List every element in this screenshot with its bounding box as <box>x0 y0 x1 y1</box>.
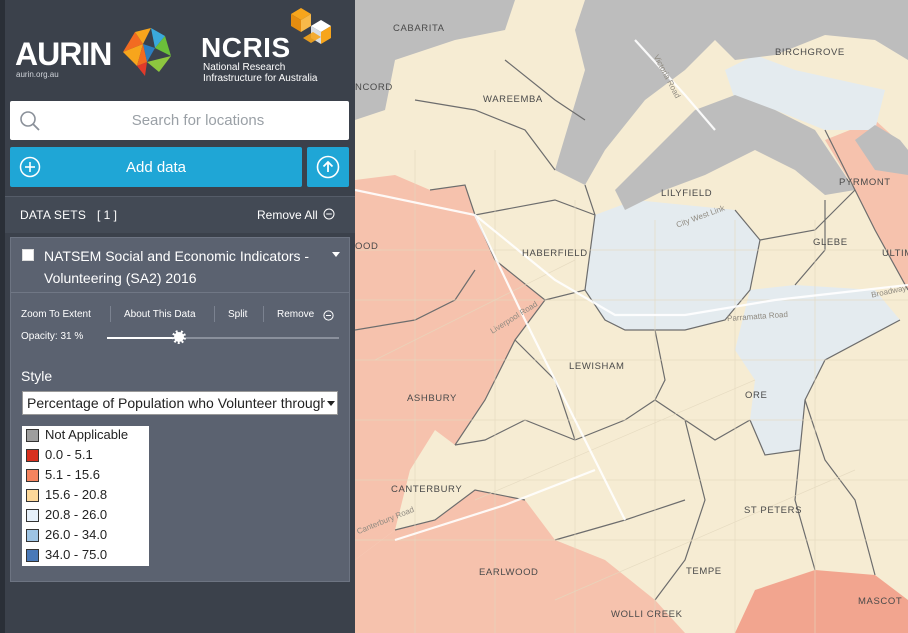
map-view[interactable]: CABARITA NCORD WAREEMBA BIRCHGROVE PYRMO… <box>355 0 908 633</box>
layer-card: NATSEM Social and Economic Indicators - … <box>10 237 350 582</box>
legend-swatch <box>26 549 39 562</box>
opacity-slider-handle[interactable] <box>171 330 186 344</box>
map-label-suburb: ST PETERS <box>744 505 803 516</box>
legend-swatch <box>26 509 39 522</box>
map-label-suburb: WOLLI CREEK <box>611 609 683 620</box>
opacity-label: Opacity: 31 % <box>21 331 84 342</box>
map-label-suburb: WAREEMBA <box>483 94 543 105</box>
legend-swatch <box>26 529 39 542</box>
legend-swatch <box>26 469 39 482</box>
caret-down-icon <box>327 401 335 406</box>
opacity-slider-fill <box>107 337 179 339</box>
search-icon <box>20 111 40 131</box>
datasets-count: [ 1 ] <box>97 208 118 222</box>
legend-label: 26.0 - 34.0 <box>45 527 108 542</box>
layer-header: NATSEM Social and Economic Indicators - … <box>11 238 349 293</box>
logo-bar: AURIN aurin.org.au NCRIS National Resear… <box>5 0 355 88</box>
upload-icon <box>316 155 340 179</box>
map-label-suburb: OOD <box>355 241 379 252</box>
remove-all-button[interactable]: Remove All <box>257 208 318 222</box>
legend-label: 15.6 - 20.8 <box>45 487 108 502</box>
remove-layer-button[interactable]: Remove <box>277 309 314 320</box>
zoom-to-extent-button[interactable]: Zoom To Extent <box>21 309 91 320</box>
map-label-suburb: GLEBE <box>813 237 848 248</box>
search-input[interactable] <box>58 101 338 140</box>
minus-circle-icon[interactable] <box>323 310 334 321</box>
legend-label: 0.0 - 5.1 <box>45 447 93 462</box>
map-label-suburb: BIRCHGROVE <box>775 47 845 58</box>
upload-button[interactable] <box>307 147 349 187</box>
legend-swatch <box>26 489 39 502</box>
legend-label: 34.0 - 75.0 <box>45 547 108 562</box>
map-label-suburb: CANTERBURY <box>391 484 463 495</box>
aurin-url: aurin.org.au <box>16 70 59 79</box>
ncris-subtitle-line2: Infrastructure for Australia <box>203 73 318 84</box>
legend-label: Not Applicable <box>45 427 129 442</box>
legend-swatch <box>26 429 39 442</box>
map-label-suburb: TEMPE <box>686 566 722 577</box>
map-label-suburb: CABARITA <box>393 23 445 34</box>
map-label-suburb: EARLWOOD <box>479 567 539 578</box>
split-button[interactable]: Split <box>228 309 247 320</box>
map-label-suburb: MASCOT <box>858 596 903 607</box>
sidebar: AURIN aurin.org.au NCRIS National Resear… <box>0 0 369 633</box>
legend-swatch <box>26 449 39 462</box>
caret-down-icon[interactable] <box>331 251 341 259</box>
ncris-subtitle-line1: National Research <box>203 62 286 73</box>
ncris-subtitle: National Research Infrastructure for Aus… <box>203 62 318 84</box>
layer-name: NATSEM Social and Economic Indicators - … <box>44 248 310 286</box>
style-label: Style <box>21 368 53 384</box>
about-data-button[interactable]: About This Data <box>124 309 196 320</box>
minus-circle-icon[interactable] <box>323 208 335 220</box>
add-data-button[interactable]: Add data <box>10 147 302 187</box>
map-label-suburb: ORE <box>745 390 768 401</box>
map-label-suburb: LEWISHAM <box>569 361 625 372</box>
legend: Not Applicable 0.0 - 5.1 5.1 - 15.6 15.6 - … <box>22 426 149 566</box>
map-label-suburb: HABERFIELD <box>522 248 588 259</box>
map-label-suburb: PYRMONT <box>839 177 891 188</box>
layer-visibility-checkbox[interactable] <box>22 249 34 261</box>
datasets-header: DATA SETS [ 1 ] Remove All <box>5 196 355 233</box>
aurin-logo-icon <box>123 28 171 76</box>
style-select[interactable]: Percentage of Population who Volunteer t… <box>22 391 338 415</box>
legend-label: 20.8 - 26.0 <box>45 507 108 522</box>
action-divider <box>214 306 215 322</box>
action-divider <box>110 306 111 322</box>
choropleth-map[interactable] <box>355 0 908 633</box>
legend-label: 5.1 - 15.6 <box>45 467 100 482</box>
map-label-suburb: LILYFIELD <box>661 188 713 199</box>
ncris-logo-text: NCRIS <box>201 32 291 63</box>
add-data-label: Add data <box>125 159 187 176</box>
ncris-cube-icon <box>291 8 331 44</box>
action-divider <box>263 306 264 322</box>
datasets-title: DATA SETS <box>20 208 87 222</box>
map-label-suburb: ULTIM <box>882 248 908 259</box>
map-label-suburb: ASHBURY <box>407 393 457 404</box>
map-label-suburb: NCORD <box>355 82 393 93</box>
aurin-logo-text: AURIN <box>15 36 112 72</box>
select-arrow <box>325 392 337 414</box>
style-select-value: Percentage of Population who Volunteer t… <box>27 395 337 411</box>
sidebar-edge <box>0 0 5 633</box>
search-box[interactable] <box>10 101 349 140</box>
